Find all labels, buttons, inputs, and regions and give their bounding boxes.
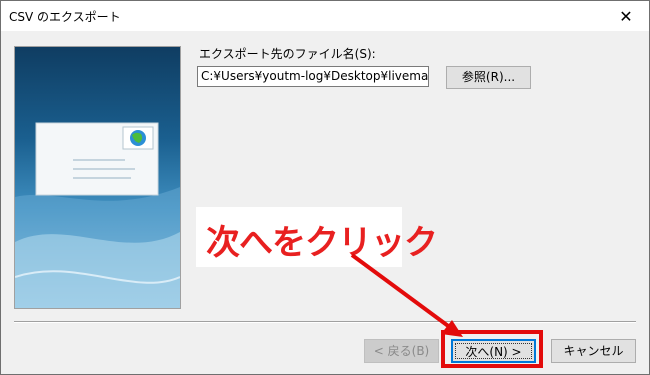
cancel-button[interactable]: キャンセル <box>551 339 636 363</box>
csv-export-dialog: CSV のエクスポート ✕ エクスポート先のファイル名(S): C:¥Users… <box>0 0 650 375</box>
annotation-text: 次へをクリック <box>206 223 438 263</box>
export-path-field[interactable]: C:¥Users¥youtm-log¥Desktop¥livemail. <box>197 66 429 87</box>
title-bar: CSV のエクスポート ✕ <box>1 1 649 31</box>
close-icon[interactable]: ✕ <box>603 1 649 31</box>
divider <box>14 321 636 323</box>
back-button[interactable]: < 戻る(B) <box>364 339 439 363</box>
export-filename-label: エクスポート先のファイル名(S): <box>199 47 376 61</box>
envelope-icon <box>35 122 159 196</box>
next-button-label: 次へ(N) > <box>455 343 532 359</box>
annotation-callout: 次へをクリック <box>196 207 438 267</box>
next-button[interactable]: 次へ(N) > <box>451 339 536 363</box>
wizard-side-image <box>14 46 181 309</box>
window-title: CSV のエクスポート <box>9 10 121 24</box>
browse-button[interactable]: 参照(R)... <box>446 66 531 89</box>
